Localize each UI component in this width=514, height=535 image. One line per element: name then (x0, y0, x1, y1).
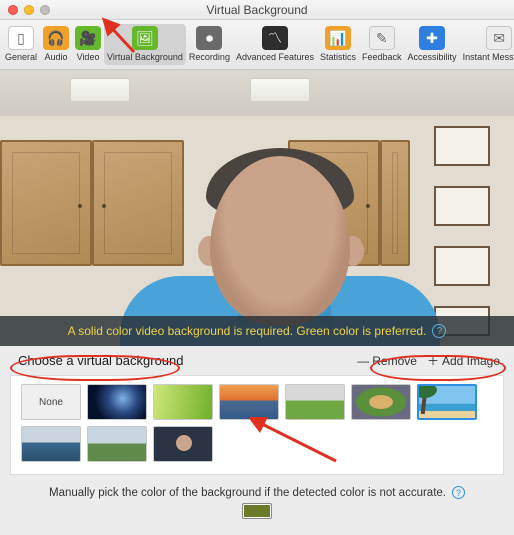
window-title: Virtual Background (0, 3, 514, 17)
vb-thumbnail-grass[interactable] (153, 384, 213, 420)
video-icon: 🎥 (75, 26, 101, 50)
remove-label: Remove (372, 354, 417, 368)
plus-icon: ＋ (427, 352, 439, 369)
toolbar-item-label: Recording (189, 52, 230, 62)
feedback-icon: ✎ (369, 26, 395, 50)
traffic-lights (0, 5, 50, 15)
info-icon[interactable]: ? (452, 486, 465, 499)
vb-thumbnail-lake[interactable] (21, 426, 81, 462)
toolbar-item-statistics[interactable]: 📊 Statistics (317, 24, 359, 65)
vb-buttons: — Remove ＋ Add Image (357, 352, 500, 369)
cabinet (380, 140, 410, 266)
section-title: Choose a virtual background (18, 353, 184, 368)
footer: Manually pick the color of the backgroun… (0, 486, 514, 519)
toolbar-item-label: Statistics (320, 52, 356, 62)
toolbar-item-label: Feedback (362, 52, 402, 62)
add-image-button[interactable]: ＋ Add Image (427, 352, 500, 369)
cabinet (92, 140, 184, 266)
titlebar: Virtual Background (0, 0, 514, 20)
toolbar-item-accessibility[interactable]: ✚ Accessibility (405, 24, 460, 65)
zoom-icon (40, 5, 50, 15)
toolbar-item-advanced-features[interactable]: 〽 Advanced Features (233, 24, 317, 65)
footer-text: Manually pick the color of the backgroun… (49, 487, 446, 499)
vb-thumbnail-earth[interactable] (87, 384, 147, 420)
vb-controls-row: Choose a virtual background — Remove ＋ A… (0, 346, 514, 373)
banner-text: A solid color video background is requir… (68, 324, 427, 338)
settings-toolbar: ▯General🎧Audio🎥Video🖼Virtual Background⏺… (0, 20, 514, 70)
toolbar-item-label: Accessibility (408, 52, 457, 62)
picture-icon: 🖼 (132, 26, 158, 50)
add-image-label: Add Image (442, 354, 500, 368)
toolbar-item-label: Virtual Background (107, 52, 183, 62)
toolbar-item-label: Advanced Features (236, 52, 314, 62)
accessibility-icon: ✚ (419, 26, 445, 50)
toolbar-item-general[interactable]: ▯ General (2, 24, 40, 65)
camera-preview: A solid color video background is requir… (0, 70, 514, 346)
headphones-icon: 🎧 (43, 26, 69, 50)
minimize-icon[interactable] (24, 5, 34, 15)
vb-thumbnail-house[interactable] (87, 426, 147, 462)
close-icon[interactable] (8, 5, 18, 15)
thumbnails-list: None (21, 384, 493, 462)
phone-icon: ▯ (8, 26, 34, 50)
minus-icon: — (357, 354, 369, 368)
toolbar-item-label: Audio (45, 52, 68, 62)
info-icon[interactable]: ? (432, 324, 446, 338)
remove-button[interactable]: — Remove (357, 354, 417, 368)
toolbar-item-instant-messaging[interactable]: ✉ Instant Messaging (460, 24, 514, 65)
vb-thumbnail-beach[interactable] (417, 384, 477, 420)
wall-frame (434, 186, 490, 226)
toolbar-item-audio[interactable]: 🎧 Audio (40, 24, 72, 65)
vb-thumbnail-person-headset[interactable] (153, 426, 213, 462)
toolbar-item-feedback[interactable]: ✎ Feedback (359, 24, 405, 65)
stats-icon: 📊 (325, 26, 351, 50)
vb-thumbnail-none[interactable]: None (21, 384, 81, 420)
wall-frame (434, 246, 490, 286)
toolbar-item-virtual-background[interactable]: 🖼 Virtual Background (104, 24, 186, 65)
toolbar-item-video[interactable]: 🎥 Video (72, 24, 104, 65)
color-swatch-button[interactable] (242, 503, 272, 519)
cabinet (0, 140, 92, 266)
toolbar-item-label: General (5, 52, 37, 62)
ceiling-light (250, 78, 310, 102)
chat-icon: ✉ (486, 26, 512, 50)
toolbar-item-recording[interactable]: ⏺ Recording (186, 24, 233, 65)
thumbnails-panel: None (10, 375, 504, 475)
pulse-icon: 〽 (262, 26, 288, 50)
ceiling (0, 70, 514, 116)
toolbar-item-label: Instant Messaging (463, 52, 514, 62)
record-icon: ⏺ (196, 26, 222, 50)
toolbar-item-label: Video (77, 52, 100, 62)
wall-frame (434, 126, 490, 166)
ceiling-light (70, 78, 130, 102)
vb-thumbnail-baseball-stadium[interactable] (351, 384, 411, 420)
requirement-banner: A solid color video background is requir… (0, 316, 514, 346)
vb-thumbnail-golden-gate[interactable] (219, 384, 279, 420)
vb-thumbnail-stadium-field[interactable] (285, 384, 345, 420)
